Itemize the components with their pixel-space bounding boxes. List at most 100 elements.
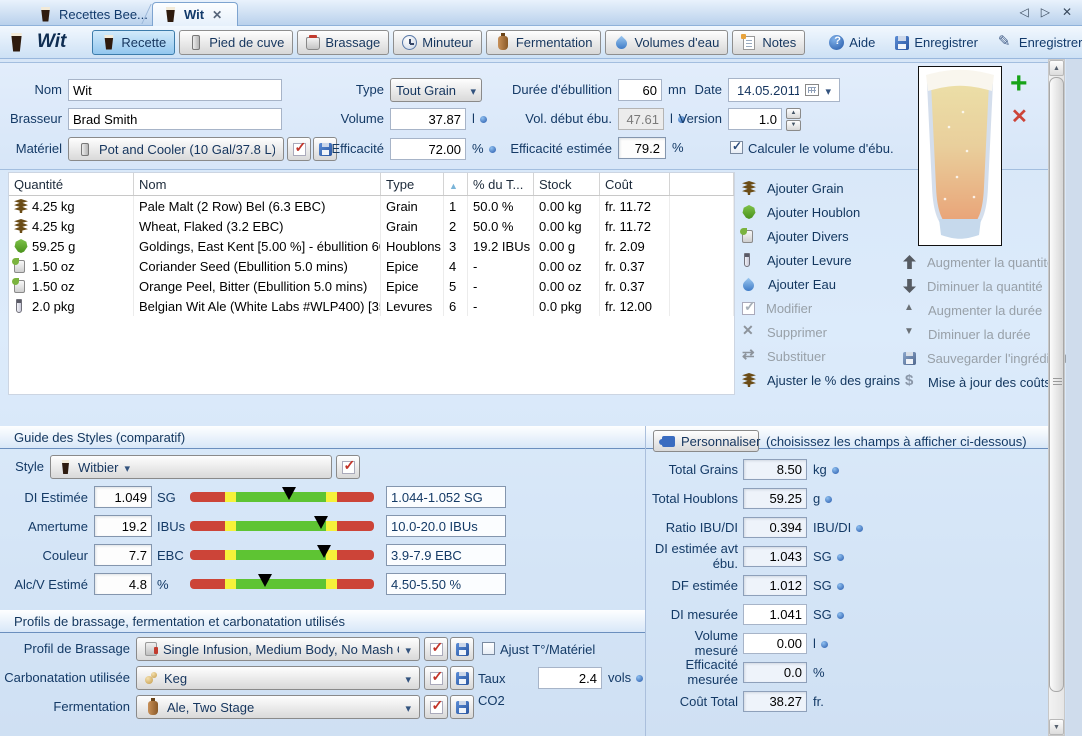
metric-value: 19.2 bbox=[94, 515, 152, 537]
col-stock[interactable]: Stock bbox=[534, 173, 600, 195]
nav-back-icon[interactable] bbox=[1019, 5, 1028, 19]
ingredient-action-button[interactable]: Ajouter Eau bbox=[742, 272, 900, 296]
metric-range: 3.9-7.9 EBC bbox=[386, 544, 506, 566]
ingredient-action-button[interactable]: Modifier bbox=[742, 296, 900, 320]
add-ingredient-icon[interactable] bbox=[1010, 74, 1032, 96]
style-metric-row: Couleur 7.7 EBC 3.9-7.9 EBC bbox=[2, 544, 506, 566]
cell-cout: fr. 0.37 bbox=[600, 276, 670, 296]
equipment-icon bbox=[81, 143, 89, 156]
toolbar-link[interactable]: Enregistrer sous bbox=[992, 34, 1082, 50]
version-input[interactable] bbox=[728, 108, 782, 130]
field-label: DI estimée avt ébu. bbox=[650, 541, 738, 571]
brassage-save-button[interactable] bbox=[450, 637, 474, 661]
brassage-edit-button[interactable] bbox=[424, 637, 448, 661]
scroll-down-icon[interactable] bbox=[1049, 719, 1064, 735]
action-label: Mise à jour des coûts bbox=[928, 375, 1051, 390]
table-row[interactable]: 2.0 pkg Belgian Wit Ale (White Labs #WLP… bbox=[9, 296, 734, 316]
toolbar-button[interactable]: Brassage bbox=[297, 30, 389, 55]
toolbar-button[interactable]: Volumes d'eau bbox=[605, 30, 728, 55]
toolbar-button[interactable]: Recette bbox=[92, 30, 175, 55]
beer-icon bbox=[40, 7, 51, 22]
quantity-action-button[interactable]: Augmenter la quantité bbox=[903, 250, 1068, 274]
yeast-icon bbox=[744, 253, 750, 267]
type-label: Type bbox=[300, 79, 384, 101]
toolbar-link[interactable]: Aide bbox=[823, 34, 881, 50]
table-header[interactable]: Quantité Nom Type % du T... Stock Coût bbox=[9, 173, 734, 196]
window-close-icon[interactable] bbox=[1062, 5, 1072, 19]
toolbar-link[interactable]: Enregistrer bbox=[889, 34, 984, 50]
field-unit: SG bbox=[807, 578, 844, 593]
tab-close-icon[interactable] bbox=[212, 8, 222, 22]
table-row[interactable]: 1.50 oz Coriander Seed (Ebullition 5.0 m… bbox=[9, 256, 734, 276]
tab-wit[interactable]: Wit bbox=[152, 2, 238, 26]
style-edit-button[interactable] bbox=[336, 455, 360, 479]
date-picker[interactable]: 14.05.2011 bbox=[728, 78, 840, 102]
floppy-icon bbox=[903, 352, 916, 365]
volume-input[interactable] bbox=[390, 108, 466, 130]
col-sort[interactable] bbox=[444, 173, 468, 195]
vertical-scrollbar[interactable] bbox=[1048, 59, 1065, 736]
save-icon bbox=[456, 643, 469, 656]
quantity-action-button[interactable]: Mise à jour des coûts bbox=[903, 370, 1068, 394]
scroll-up-icon[interactable] bbox=[1049, 60, 1064, 76]
ajust-checkbox[interactable] bbox=[482, 642, 495, 655]
cell-nom: Belgian Wit Ale (White Labs #WLP400) [35… bbox=[134, 296, 381, 316]
action-label: Diminuer la durée bbox=[928, 327, 1031, 342]
efficacite-input[interactable] bbox=[390, 138, 466, 160]
carbonatation-select[interactable]: Keg bbox=[136, 666, 420, 690]
style-metric-row: DI Estimée 1.049 SG 1.044-1.052 SG bbox=[2, 486, 506, 508]
style-select[interactable]: Witbier bbox=[50, 455, 332, 479]
personnaliser-button[interactable]: Personnaliser bbox=[653, 430, 759, 452]
calc-volume-checkbox[interactable] bbox=[730, 141, 743, 154]
taux-co2-input[interactable] bbox=[538, 667, 602, 689]
toolbar-button[interactable]: Fermentation bbox=[486, 30, 602, 55]
ingredient-action-button[interactable]: Ajouter Grain bbox=[742, 176, 900, 200]
fermentation-edit-button[interactable] bbox=[424, 695, 448, 719]
toolbar-button[interactable]: Notes bbox=[732, 30, 805, 55]
quantity-action-button[interactable]: Diminuer la durée bbox=[903, 322, 1068, 346]
nav-forward-icon[interactable] bbox=[1041, 5, 1050, 19]
brassage-select[interactable]: Single Infusion, Medium Body, No Mash Ou… bbox=[136, 637, 420, 661]
col-pct[interactable]: % du T... bbox=[468, 173, 534, 195]
metric-range: 1.044-1.052 SG bbox=[386, 486, 506, 508]
ingredient-action-button[interactable]: Ajouter Divers bbox=[742, 224, 900, 248]
ingredient-action-button[interactable]: Ajuster le % des grains bbox=[742, 368, 900, 392]
table-row[interactable]: 4.25 kg Wheat, Flaked (3.2 EBC) Grain 2 … bbox=[9, 216, 734, 236]
tab-recettes[interactable]: Recettes Bee... bbox=[28, 2, 158, 26]
table-row[interactable]: 1.50 oz Orange Peel, Bitter (Ebullition … bbox=[9, 276, 734, 296]
delete-ingredient-icon[interactable] bbox=[1011, 104, 1033, 126]
ingredient-action-button[interactable]: Supprimer bbox=[742, 320, 900, 344]
panel-divider bbox=[645, 426, 646, 736]
ingredient-action-button[interactable]: Ajouter Levure bbox=[742, 248, 900, 272]
carbonatation-save-button[interactable] bbox=[450, 666, 474, 690]
ingredient-action-button[interactable]: Substituer bbox=[742, 344, 900, 368]
ingredient-action-button[interactable]: Ajouter Houblon bbox=[742, 200, 900, 224]
delete-icon bbox=[742, 325, 756, 339]
quantity-action-button[interactable]: Sauvegarder l'ingrédient bbox=[903, 346, 1068, 370]
fermentation-select[interactable]: Ale, Two Stage bbox=[136, 695, 420, 719]
toolbar-link-label: Aide bbox=[849, 35, 875, 50]
style-range-bar bbox=[190, 550, 374, 560]
toolbar-button[interactable]: Minuteur bbox=[393, 30, 482, 55]
duree-input[interactable] bbox=[618, 79, 662, 101]
carbonatation-edit-button[interactable] bbox=[424, 666, 448, 690]
version-stepper[interactable] bbox=[786, 108, 801, 130]
col-quantite[interactable]: Quantité bbox=[9, 173, 134, 195]
cell-cout: fr. 11.72 bbox=[600, 216, 670, 236]
col-nom[interactable]: Nom bbox=[134, 173, 381, 195]
nom-input[interactable] bbox=[68, 79, 282, 101]
table-row[interactable]: 59.25 g Goldings, East Kent [5.00 %] - é… bbox=[9, 236, 734, 256]
col-cout[interactable]: Coût bbox=[600, 173, 670, 195]
toolbar-button[interactable]: Pied de cuve bbox=[179, 30, 293, 55]
materiel-combo[interactable]: Pot and Cooler (10 Gal/37.8 L) - All G bbox=[68, 137, 284, 161]
fermentation-save-button[interactable] bbox=[450, 695, 474, 719]
table-row[interactable]: 4.25 kg Pale Malt (2 Row) Bel (6.3 EBC) … bbox=[9, 196, 734, 216]
quantity-action-button[interactable]: Augmenter la durée bbox=[903, 298, 1068, 322]
brasseur-input[interactable] bbox=[68, 108, 282, 130]
range-marker-icon bbox=[314, 516, 328, 529]
col-type[interactable]: Type bbox=[381, 173, 444, 195]
beersmith-window: Recettes Bee... Wit Wit Recette bbox=[0, 0, 1082, 736]
quantity-action-button[interactable]: Diminuer la quantité bbox=[903, 274, 1068, 298]
scrollbar-thumb[interactable] bbox=[1049, 77, 1064, 692]
type-select[interactable]: Tout Grain bbox=[390, 78, 482, 102]
